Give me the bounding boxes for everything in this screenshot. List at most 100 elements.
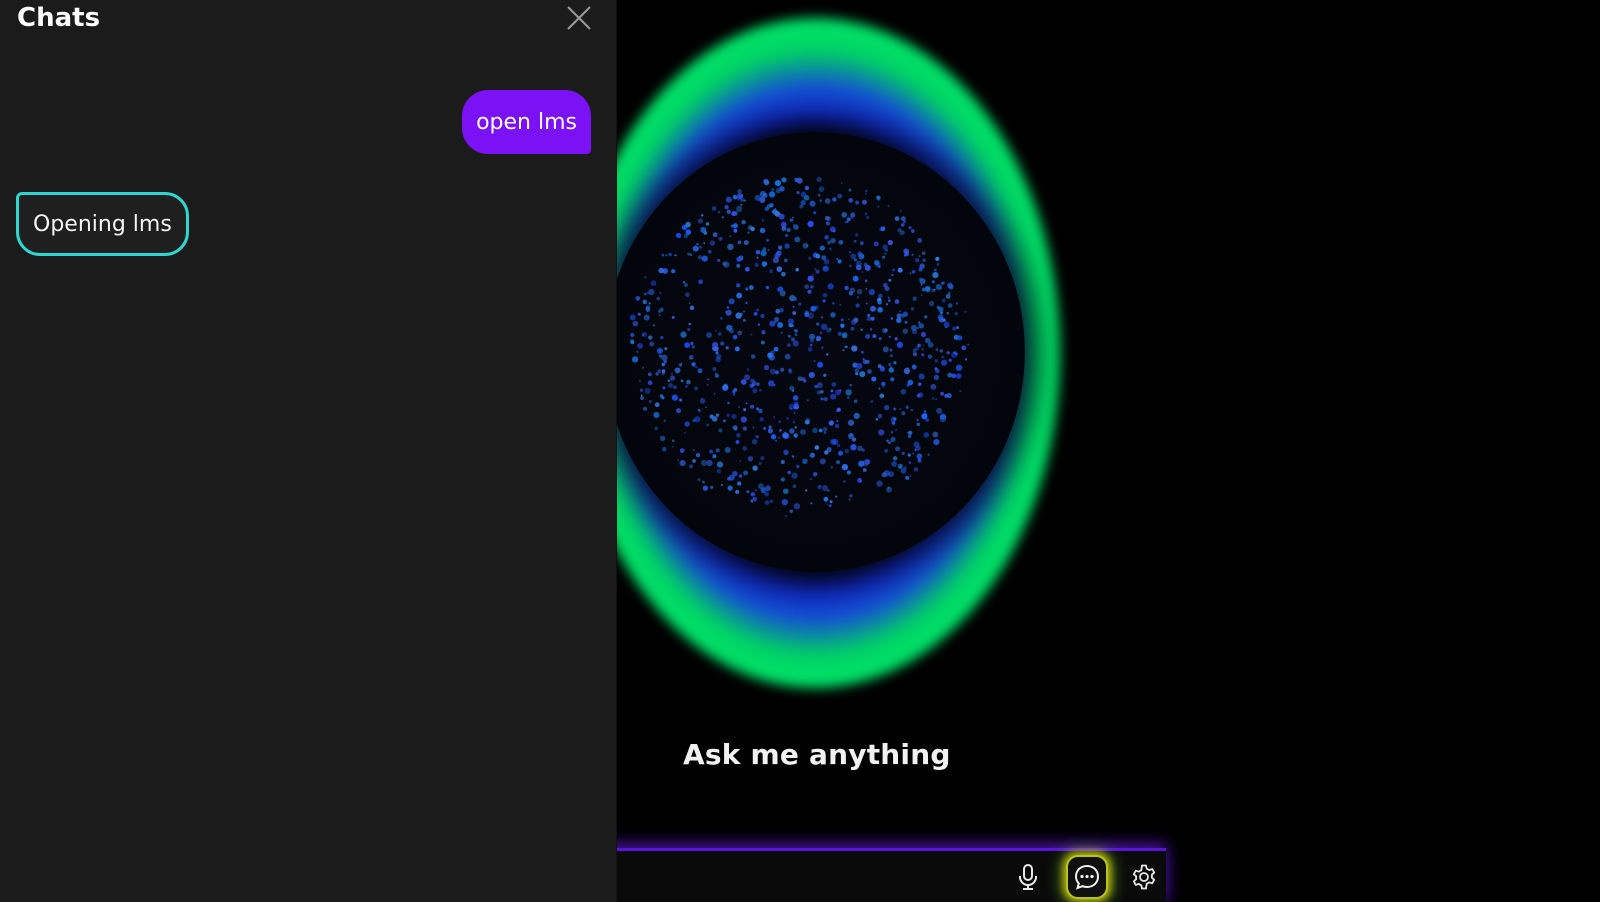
orb-particle	[732, 470, 738, 477]
orb-particle	[944, 393, 949, 398]
orb-particle	[824, 235, 829, 240]
orb-particle	[887, 239, 893, 246]
orb-particle	[941, 355, 944, 359]
orb-particle	[684, 432, 686, 434]
orb-particle	[807, 275, 814, 282]
orb-particle	[886, 439, 889, 443]
orb-particle	[784, 353, 791, 360]
orb-particle	[901, 451, 905, 455]
orb-particle	[679, 460, 686, 467]
orb-particle	[789, 218, 794, 222]
orb-particle	[800, 191, 807, 198]
orb-particle	[649, 341, 655, 347]
orb-particle	[740, 203, 743, 206]
orb-particle	[692, 449, 695, 451]
orb-particle	[882, 255, 886, 259]
orb-particle	[865, 359, 870, 365]
orb-particle	[884, 449, 888, 453]
orb-particle	[781, 226, 787, 232]
orb-particle	[884, 248, 889, 252]
orb-particle	[826, 504, 829, 506]
orb-particle	[792, 484, 797, 489]
orb-particle	[832, 438, 839, 445]
orb-particle	[756, 308, 759, 312]
orb-particle	[744, 266, 750, 272]
orb-particle	[918, 373, 925, 380]
orb-particle	[778, 420, 782, 424]
orb-particle	[959, 389, 962, 393]
orb-particle	[720, 341, 725, 346]
orb-particle	[935, 368, 940, 374]
orb-particle	[890, 377, 895, 382]
orb-particle	[888, 471, 895, 478]
orb-particle	[837, 331, 842, 336]
orb-particle	[837, 259, 842, 264]
orb-particle	[894, 216, 900, 221]
orb-particle	[644, 292, 647, 296]
orb-particle	[727, 243, 734, 251]
orb-particle	[737, 330, 743, 336]
orb-particle	[736, 264, 741, 268]
orb-particle	[819, 331, 823, 335]
orb-particle	[841, 463, 849, 471]
orb-particle	[840, 318, 844, 322]
orb-particle	[835, 460, 841, 465]
orb-particle	[864, 458, 871, 465]
orb-particle	[900, 389, 907, 395]
orb-particle	[720, 484, 723, 486]
orb-particle	[760, 250, 767, 257]
orb-particle	[684, 342, 691, 348]
orb-particle	[674, 254, 677, 257]
orb-particle	[836, 443, 841, 448]
orb-particle	[800, 200, 806, 206]
orb-particle	[946, 351, 950, 355]
orb-particle	[737, 240, 742, 245]
orb-particle	[935, 348, 939, 351]
orb-particle	[753, 311, 758, 316]
orb-particle	[731, 211, 736, 217]
chat-button[interactable]	[1066, 855, 1108, 899]
orb-particle	[819, 199, 822, 202]
orb-particle	[728, 298, 735, 305]
orb-particle	[787, 343, 791, 347]
orb-particle	[793, 412, 796, 414]
mic-button[interactable]	[1008, 857, 1048, 897]
orb-particle	[685, 385, 688, 388]
orb-particle	[816, 176, 822, 183]
orb-particle	[828, 420, 834, 426]
orb-particle	[961, 345, 967, 351]
orb-particle	[918, 323, 924, 329]
orb-particle	[750, 354, 756, 359]
user-message-bubble: open lms	[462, 90, 591, 154]
orb-particle	[687, 252, 691, 256]
orb-particle	[947, 372, 953, 378]
orb-particle	[759, 227, 766, 234]
orb-particle	[702, 480, 705, 484]
orb-particle	[859, 371, 866, 378]
orb-particle	[805, 489, 808, 492]
orb-particle	[888, 278, 892, 282]
orb-particle	[951, 351, 958, 358]
orb-particle	[904, 320, 908, 324]
orb-particle	[764, 500, 770, 505]
orb-particle	[773, 416, 776, 419]
orb-particle	[771, 209, 776, 214]
settings-button[interactable]	[1124, 857, 1164, 897]
orb-particle	[677, 459, 680, 461]
orb-particle	[728, 328, 734, 334]
orb-particle	[964, 358, 968, 361]
orb-particle	[913, 467, 919, 472]
orb-particle	[866, 216, 870, 219]
orb-particle	[848, 197, 854, 203]
orb-particle	[737, 189, 742, 194]
orb-particle	[705, 222, 710, 226]
orb-particle	[878, 429, 885, 436]
orb-particle	[832, 302, 835, 305]
orb-particle	[682, 281, 686, 284]
orb-particle	[935, 256, 940, 261]
orb-particle	[675, 232, 682, 239]
orb-particle	[879, 308, 882, 311]
orb-particle	[746, 368, 750, 371]
orb-particle	[812, 427, 818, 434]
orb-particle	[787, 334, 791, 338]
